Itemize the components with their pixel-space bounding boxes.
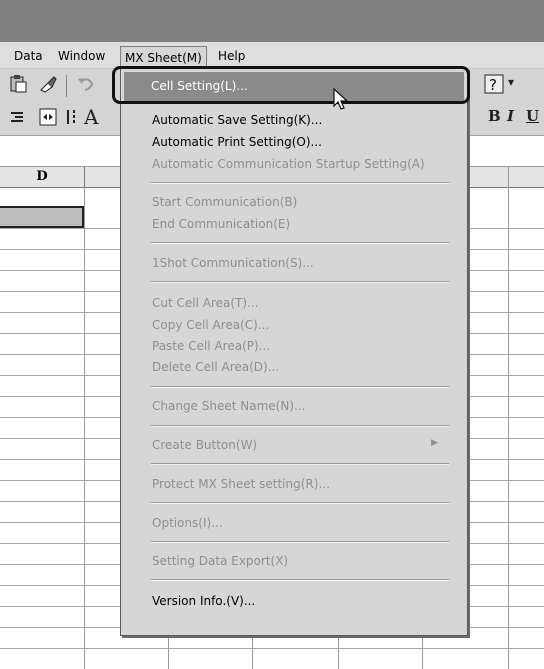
menu-item-paste-cell-area[interactable]: Paste Cell Area(P)... (152, 339, 270, 353)
menu-item-cut-cell-area[interactable]: Cut Cell Area(T)... (152, 296, 259, 310)
undo-icon[interactable] (76, 74, 96, 99)
vertical-align-icon[interactable] (64, 107, 80, 132)
menu-item-delete-cell-area[interactable]: Delete Cell Area(D)... (152, 360, 279, 374)
menu-mx-sheet[interactable]: MX Sheet(M) (120, 46, 207, 68)
underline-button[interactable]: U (526, 107, 539, 125)
submenu-arrow-icon: ▶ (431, 438, 438, 448)
menu-data[interactable]: Data (14, 49, 43, 63)
font-color-icon[interactable]: A (84, 105, 98, 129)
mx-sheet-dropdown-menu: Automatic Save Setting(K)... Automatic P… (120, 68, 468, 636)
italic-button[interactable]: I (507, 107, 514, 125)
menu-item-setting-data-export[interactable]: Setting Data Export(X) (152, 554, 288, 568)
selected-cell[interactable] (0, 206, 84, 228)
format-painter-icon[interactable] (38, 74, 58, 99)
menu-item-options[interactable]: Options(I)... (152, 516, 223, 530)
column-header-d[interactable]: D (0, 167, 85, 187)
svg-text:?: ? (489, 76, 497, 94)
menu-item-auto-communication[interactable]: Automatic Communication Startup Setting(… (152, 157, 425, 171)
menu-item-auto-print[interactable]: Automatic Print Setting(O)... (152, 135, 322, 149)
menu-item-protect-mx-sheet[interactable]: Protect MX Sheet setting(R)... (152, 477, 330, 491)
menu-item-end-communication[interactable]: End Communication(E) (152, 217, 290, 231)
menu-item-change-sheet-name[interactable]: Change Sheet Name(N)... (152, 399, 305, 413)
help-icon[interactable]: ? (483, 73, 505, 100)
align-right-icon[interactable] (8, 108, 26, 131)
merge-center-icon[interactable] (38, 107, 58, 132)
mouse-cursor-icon (333, 87, 349, 115)
menu-item-create-button-label: Create Button(W) (152, 438, 258, 452)
menu-item-start-communication[interactable]: Start Communication(B) (152, 195, 297, 209)
menu-window[interactable]: Window (58, 49, 105, 63)
menu-item-auto-save[interactable]: Automatic Save Setting(K)... (152, 113, 322, 127)
bold-button[interactable]: B (488, 107, 501, 125)
menu-help[interactable]: Help (218, 49, 245, 63)
highlight-callout-frame (112, 66, 470, 104)
toolbar-dropdown-icon[interactable]: ▾ (508, 75, 514, 89)
menu-item-copy-cell-area[interactable]: Copy Cell Area(C)... (152, 318, 269, 332)
title-bar (0, 0, 544, 42)
menu-item-1shot-communication[interactable]: 1Shot Communication(S)... (152, 256, 314, 270)
menu-item-create-button[interactable]: Create Button(W) ▶ (152, 438, 452, 452)
menu-item-version-info[interactable]: Version Info.(V)... (152, 594, 255, 608)
paste-icon[interactable] (8, 74, 28, 99)
